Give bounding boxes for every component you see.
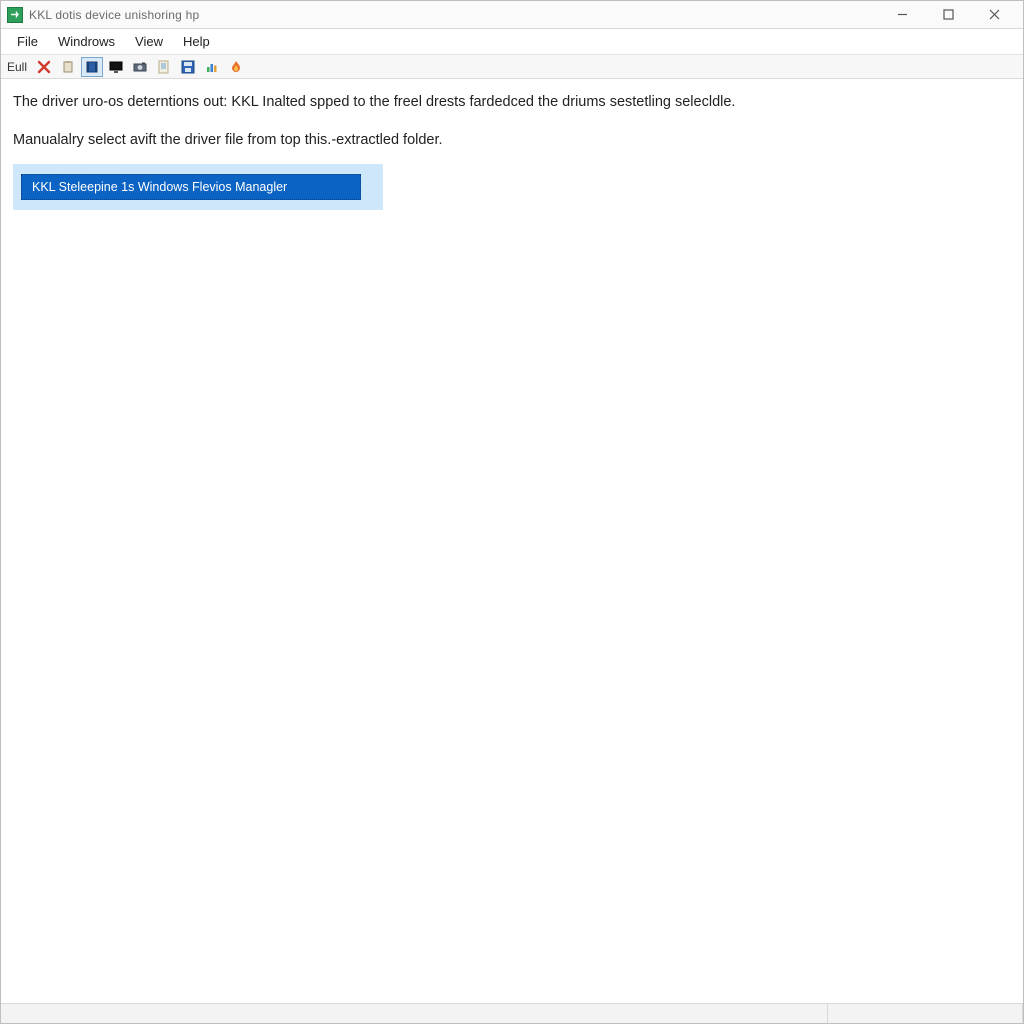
status-right <box>828 1004 1023 1023</box>
save-icon[interactable] <box>177 57 199 77</box>
minimize-button[interactable] <box>879 1 925 29</box>
clipboard-icon[interactable] <box>57 57 79 77</box>
close-red-icon[interactable] <box>33 57 55 77</box>
status-left <box>1 1004 828 1023</box>
application-window: KKL dotis device unishoring hp File Wind… <box>0 0 1024 1024</box>
menu-file[interactable]: File <box>7 30 48 53</box>
app-icon <box>7 7 23 23</box>
description-line-1: The driver uro-os deterntions out: KKL I… <box>13 93 1011 113</box>
menu-view[interactable]: View <box>125 30 173 53</box>
close-button[interactable] <box>971 1 1017 29</box>
description-line-2: Manualalry select avift the driver file … <box>13 131 1011 151</box>
maximize-button[interactable] <box>925 1 971 29</box>
window-title: KKL dotis device unishoring hp <box>29 8 199 22</box>
chart-icon[interactable] <box>201 57 223 77</box>
menu-windows[interactable]: Windrows <box>48 30 125 53</box>
tool-bar: Eull <box>1 55 1023 79</box>
flame-icon[interactable] <box>225 57 247 77</box>
content-area: The driver uro-os deterntions out: KKL I… <box>1 79 1023 1003</box>
list-panel: KKL Steleepine 1s Windows Flevios Managl… <box>13 164 383 210</box>
list-item-selected[interactable]: KKL Steleepine 1s Windows Flevios Managl… <box>21 174 361 200</box>
note-icon[interactable] <box>153 57 175 77</box>
toolbar-label: Eull <box>5 60 31 74</box>
menu-help[interactable]: Help <box>173 30 220 53</box>
title-bar: KKL dotis device unishoring hp <box>1 1 1023 29</box>
film-icon[interactable] <box>81 57 103 77</box>
camera-icon[interactable] <box>129 57 151 77</box>
monitor-icon[interactable] <box>105 57 127 77</box>
status-bar <box>1 1003 1023 1023</box>
menu-bar: File Windrows View Help <box>1 29 1023 55</box>
